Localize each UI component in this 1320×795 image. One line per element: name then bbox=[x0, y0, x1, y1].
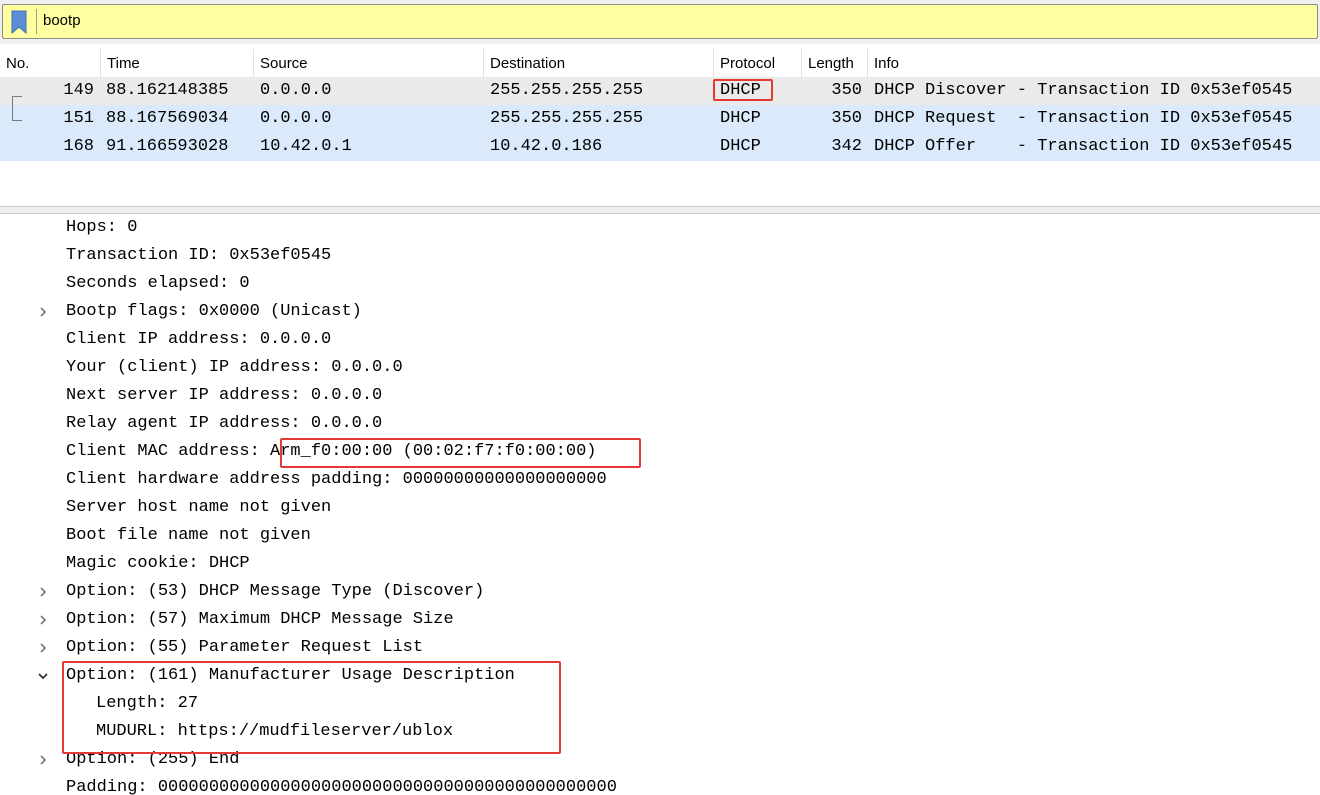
tree-item[interactable]: Relay agent IP address: 0.0.0.0 bbox=[0, 410, 1320, 438]
tree-item[interactable]: Client IP address: 0.0.0.0 bbox=[0, 326, 1320, 354]
chevron-right-icon[interactable] bbox=[34, 606, 52, 634]
tree-item[interactable]: Option: (53) DHCP Message Type (Discover… bbox=[0, 578, 1320, 606]
tree-item[interactable]: Padding: 0000000000000000000000000000000… bbox=[0, 774, 1320, 795]
column-header-info[interactable]: Info bbox=[867, 49, 1320, 79]
packet-length: 350 bbox=[831, 81, 862, 100]
tree-item[interactable]: Your (client) IP address: 0.0.0.0 bbox=[0, 354, 1320, 382]
column-header-no[interactable]: No. bbox=[0, 49, 100, 79]
tree-item[interactable]: Magic cookie: DHCP bbox=[0, 550, 1320, 578]
tree-item[interactable]: Client hardware address padding: 0000000… bbox=[0, 466, 1320, 494]
packet-destination: 10.42.0.186 bbox=[490, 137, 603, 156]
tree-item[interactable]: Option: (55) Parameter Request List bbox=[0, 634, 1320, 662]
related-packet-indicator-top bbox=[12, 96, 22, 97]
mac-address-highlight-box bbox=[280, 438, 641, 468]
tree-item-text: Client IP address: 0.0.0.0 bbox=[66, 330, 332, 349]
packet-list: No. Time Source Destination Protocol Len… bbox=[0, 44, 1320, 206]
tree-item-text: Option: (57) Maximum DHCP Message Size bbox=[66, 610, 454, 629]
tree-item-text: Option: (55) Parameter Request List bbox=[66, 638, 424, 657]
packet-destination: 255.255.255.255 bbox=[490, 109, 644, 128]
packet-time: 88.162148385 bbox=[106, 81, 229, 100]
tree-item-text: Your (client) IP address: 0.0.0.0 bbox=[66, 358, 403, 377]
tree-item-text: Bootp flags: 0x0000 (Unicast) bbox=[66, 302, 362, 321]
packet-no: 149 bbox=[63, 81, 94, 100]
packet-row[interactable]: 168 91.166593028 10.42.0.1 10.42.0.186 D… bbox=[0, 133, 1320, 161]
chevron-right-icon[interactable] bbox=[34, 298, 52, 326]
tree-item-text: Option: (53) DHCP Message Type (Discover… bbox=[66, 582, 485, 601]
packet-length: 350 bbox=[831, 109, 862, 128]
tree-item[interactable]: Server host name not given bbox=[0, 494, 1320, 522]
packet-source: 0.0.0.0 bbox=[260, 81, 332, 100]
packet-no: 168 bbox=[63, 137, 94, 156]
packet-info: DHCP Offer - Transaction ID 0x53ef0545 bbox=[874, 137, 1293, 156]
packet-info: DHCP Request - Transaction ID 0x53ef0545 bbox=[874, 109, 1293, 128]
display-filter-toolbar: bootp bbox=[0, 0, 1320, 44]
packet-row[interactable]: 151 88.167569034 0.0.0.0 255.255.255.255… bbox=[0, 105, 1320, 133]
packet-length: 342 bbox=[831, 137, 862, 156]
related-packet-indicator-bottom bbox=[12, 120, 22, 121]
tree-item[interactable]: Seconds elapsed: 0 bbox=[0, 270, 1320, 298]
tree-item-text: Padding: 0000000000000000000000000000000… bbox=[66, 778, 617, 795]
tree-item[interactable]: Boot file name not given bbox=[0, 522, 1320, 550]
filter-text[interactable]: bootp bbox=[43, 12, 81, 29]
packet-protocol: DHCP bbox=[720, 81, 761, 100]
column-header-time[interactable]: Time bbox=[100, 49, 253, 79]
tree-item-text: Client hardware address padding: 0000000… bbox=[66, 470, 607, 489]
tree-item-text: Boot file name not given bbox=[66, 526, 311, 545]
related-packet-indicator bbox=[12, 96, 13, 120]
packet-time: 91.166593028 bbox=[106, 137, 229, 156]
chevron-right-icon[interactable] bbox=[34, 746, 52, 774]
tree-item[interactable]: Bootp flags: 0x0000 (Unicast) bbox=[0, 298, 1320, 326]
tree-item[interactable]: Client MAC address: Arm_f0:00:00 (00:02:… bbox=[0, 438, 1320, 466]
packet-protocol: DHCP bbox=[720, 137, 761, 156]
bookmark-icon[interactable] bbox=[5, 7, 33, 36]
packet-list-header: No. Time Source Destination Protocol Len… bbox=[0, 49, 1320, 79]
tree-item[interactable]: Option: (57) Maximum DHCP Message Size bbox=[0, 606, 1320, 634]
tree-item[interactable]: Transaction ID: 0x53ef0545 bbox=[0, 242, 1320, 270]
packet-source: 10.42.0.1 bbox=[260, 137, 352, 156]
tree-item-text: Hops: 0 bbox=[66, 218, 138, 237]
filter-separator bbox=[36, 9, 37, 34]
tree-item-text: Server host name not given bbox=[66, 498, 332, 517]
mud-option-highlight-box bbox=[62, 661, 561, 754]
column-header-protocol[interactable]: Protocol bbox=[713, 49, 801, 79]
packet-time: 88.167569034 bbox=[106, 109, 229, 128]
chevron-right-icon[interactable] bbox=[34, 578, 52, 606]
packet-no: 151 bbox=[63, 109, 94, 128]
tree-item-text: Next server IP address: 0.0.0.0 bbox=[66, 386, 383, 405]
display-filter-input[interactable]: bootp bbox=[2, 4, 1318, 39]
pane-splitter[interactable] bbox=[0, 206, 1320, 214]
tree-item[interactable]: Next server IP address: 0.0.0.0 bbox=[0, 382, 1320, 410]
tree-item-text: Magic cookie: DHCP bbox=[66, 554, 250, 573]
column-header-length[interactable]: Length bbox=[801, 49, 867, 79]
chevron-right-icon[interactable] bbox=[34, 634, 52, 662]
packet-row[interactable]: 149 88.162148385 0.0.0.0 255.255.255.255… bbox=[0, 77, 1320, 105]
chevron-down-icon[interactable] bbox=[34, 662, 52, 690]
tree-item-text: Relay agent IP address: 0.0.0.0 bbox=[66, 414, 383, 433]
tree-item-text: Seconds elapsed: 0 bbox=[66, 274, 250, 293]
column-header-source[interactable]: Source bbox=[253, 49, 483, 79]
column-header-destination[interactable]: Destination bbox=[483, 49, 713, 79]
tree-item-text: Transaction ID: 0x53ef0545 bbox=[66, 246, 332, 265]
packet-destination: 255.255.255.255 bbox=[490, 81, 644, 100]
packet-protocol: DHCP bbox=[720, 109, 761, 128]
packet-info: DHCP Discover - Transaction ID 0x53ef054… bbox=[874, 81, 1293, 100]
tree-item[interactable]: Hops: 0 bbox=[0, 214, 1320, 242]
packet-source: 0.0.0.0 bbox=[260, 109, 332, 128]
